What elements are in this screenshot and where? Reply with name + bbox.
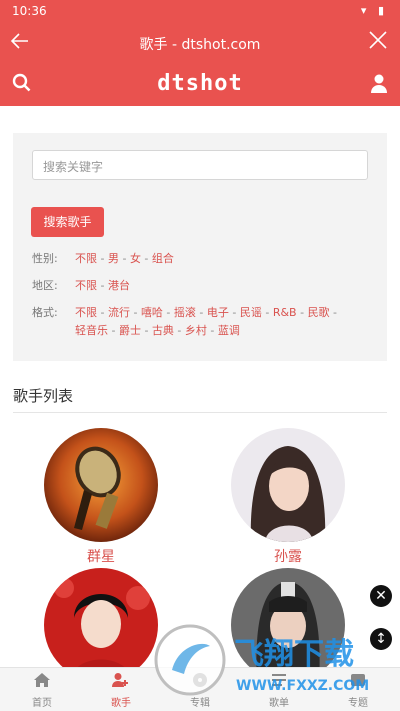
style-label: 格式: [32,306,58,319]
artist-name[interactable]: 群星 [44,546,158,566]
gender-option[interactable]: 组合 [152,252,174,265]
artist-card[interactable]: 群星 [44,428,158,566]
style-option[interactable]: 轻音乐 [75,324,108,337]
style-option[interactable]: 嘻哈 [141,306,163,319]
style-option[interactable]: 乡村 [185,324,207,337]
watermark-title: 飞翔下载 [234,637,354,672]
style-option[interactable]: 不限 [75,306,97,319]
site-logo[interactable]: dtshot [0,71,400,96]
region-option[interactable]: 港台 [108,279,130,292]
section-title: 歌手列表 [13,387,74,405]
home-icon [34,673,50,687]
artist-avatar-microphone[interactable] [44,428,158,542]
style-options: 不限 - 流行 - 嘻哈 - 摇滚 - 电子 - 民谣 - R&B - 民歌 -… [75,306,338,337]
style-option[interactable]: 民谣 [240,306,262,319]
status-bar: 10:36 ▾ ▮ [0,0,400,24]
gender-options: 不限 - 男 - 女 - 组合 [75,252,174,265]
nav-singer[interactable]: 歌手 [81,672,161,709]
artist-card[interactable]: 孙露 [231,428,345,566]
close-icon[interactable]: ✕ [370,585,392,607]
region-filter: 地区: 不限 - 港台 [32,277,365,295]
close-icon[interactable] [366,28,390,58]
style-option[interactable]: R&B [273,306,297,319]
browser-titlebar: 歌手 - dtshot.com [0,24,400,62]
style-option[interactable]: 古典 [152,324,174,337]
gender-label: 性别: [32,252,58,265]
gender-option[interactable]: 男 [108,252,119,265]
style-option[interactable]: 爵士 [119,324,141,337]
gender-option[interactable]: 不限 [75,252,97,265]
section-divider [13,412,387,413]
gender-filter: 性别: 不限 - 男 - 女 - 组合 [32,250,365,268]
style-filter: 格式: 不限 - 流行 - 嘻哈 - 摇滚 - 电子 - 民谣 - R&B - 民… [32,304,365,340]
region-options: 不限 - 港台 [75,279,130,292]
style-option[interactable]: 民歌 [308,306,330,319]
nav-home[interactable]: 首页 [2,672,82,709]
style-option[interactable]: 摇滚 [174,306,196,319]
style-option[interactable]: 流行 [108,306,130,319]
page-title: 歌手 - dtshot.com [139,37,261,53]
gender-option[interactable]: 女 [130,252,141,265]
singer-icon [112,673,128,687]
artist-avatar-portrait[interactable] [231,428,345,542]
artist-avatar-portrait[interactable] [44,568,158,682]
style-option[interactable]: 蓝调 [218,324,240,337]
region-label: 地区: [32,279,58,292]
nav-label: 歌手 [111,698,131,709]
nav-label: 首页 [32,698,52,709]
app-header: dtshot [0,62,400,106]
artist-name[interactable]: 孙露 [231,546,345,566]
search-input[interactable]: 搜索关键字 [32,150,368,180]
watermark-url: WWW.FXXZ.COM [236,678,369,694]
region-option[interactable]: 不限 [75,279,97,292]
search-singer-button[interactable]: 搜索歌手 [31,207,104,237]
filter-panel: 搜索关键字 搜索歌手 性别: 不限 - 男 - 女 - 组合 地区: 不限 - 港台… [13,133,387,361]
status-icons: ▾ ▮ [360,4,388,17]
style-option[interactable]: 电子 [207,306,229,319]
watermark: 飞翔下载 WWW.FXXZ.COM [150,620,400,711]
user-icon[interactable] [370,73,388,93]
status-time: 10:36 [12,4,47,18]
